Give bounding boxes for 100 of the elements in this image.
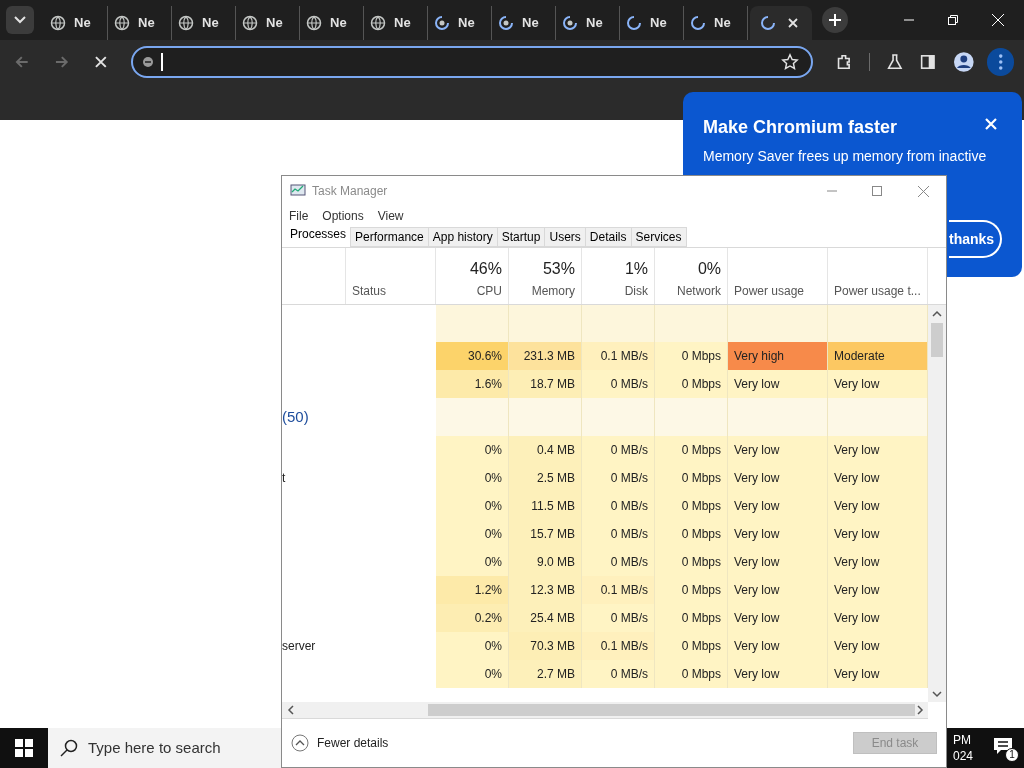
scroll-up-icon[interactable] [932,310,942,318]
swirl-icon [498,15,514,31]
table-cell: 18.7 MB [509,370,582,398]
table-cell: Very low [828,632,928,660]
menu-item[interactable]: Options [322,207,364,225]
table-cell: 0% [436,492,509,520]
table-cell: Very low [728,520,828,548]
column-header[interactable]: 46% CPU [436,248,509,304]
restore-icon[interactable] [948,15,958,25]
tab[interactable]: Startup [496,227,546,247]
table-cell: Very low [828,464,928,492]
fewer-details-link[interactable]: Fewer details [317,734,389,752]
popup-title: Make Chromium faster [703,116,898,139]
table-cell: 1.2% [436,576,509,604]
table-cell: 0.1 MB/s [582,632,655,660]
table-cell: 2.7 MB [509,660,582,688]
no-thanks-button[interactable]: thanks [949,220,1002,258]
table-cell: Very low [828,576,928,604]
table-cell: 0% [436,548,509,576]
table-cell: 0% [436,436,509,464]
table-cell: Very low [728,492,828,520]
vertical-scrollbar[interactable] [928,305,946,702]
table-cell: 0 MB/s [582,520,655,548]
tab[interactable]: App history [427,227,498,247]
table-cell: Very low [728,464,828,492]
collapse-chevron-icon[interactable] [291,734,309,752]
table-cell: Very low [828,370,928,398]
menu-icon[interactable] [986,48,1014,76]
horizontal-scrollbar[interactable] [282,702,928,719]
table-cell: 0 MB/s [582,464,655,492]
table-cell: 30.6% [436,342,509,370]
scroll-right-icon[interactable] [916,705,924,715]
table-cell: 12.3 MB [509,576,582,604]
table-cell: 0 Mbps [655,464,728,492]
column-header[interactable]: Power usage t... [828,248,928,304]
tab[interactable]: Details [584,227,632,247]
scroll-down-icon[interactable] [932,690,942,698]
clock-time[interactable]: PM [952,732,973,748]
globe-icon [242,15,258,31]
taskbar-search-field[interactable]: Type here to search [48,728,282,768]
menu-item[interactable]: File [289,207,309,225]
table-cell: 0 Mbps [655,436,728,464]
column-header[interactable]: Power usage [728,248,828,304]
table-cell: Very low [828,660,928,688]
clock-date[interactable]: 024 [952,748,973,764]
globe-icon [178,15,194,31]
table-cell: 0 MB/s [582,604,655,632]
new-tab-button[interactable] [822,7,848,33]
text-cursor [161,53,163,71]
table-cell: Very low [828,492,928,520]
table-cell: 0 Mbps [655,370,728,398]
task-manager-app-icon [290,184,306,198]
table-cell: Very low [828,548,928,576]
table-cell: 0 MB/s [582,436,655,464]
menu-item[interactable]: View [377,207,404,225]
column-header[interactable]: 0% Network [655,248,728,304]
table-cell: 0 MB/s [582,548,655,576]
address-bar[interactable] [131,46,813,78]
stop-icon[interactable] [93,54,109,70]
search-placeholder: Type here to search [88,737,221,758]
table-cell: 0 MB/s [582,660,655,688]
bookmark-star-icon[interactable] [780,53,799,71]
scroll-left-icon[interactable] [287,705,295,715]
column-header[interactable]: Status [346,248,436,304]
table-cell: 231.3 MB [509,342,582,370]
swirl-icon [434,15,450,31]
table-cell: 0.4 MB [509,436,582,464]
side-panel-icon[interactable] [919,53,937,71]
tab[interactable]: Performance [350,227,429,247]
loading-spinner-icon [760,15,776,31]
search-icon [60,739,78,757]
scroll-thumb[interactable] [428,704,915,716]
table-cell: 0.2% [436,604,509,632]
tab[interactable]: Services [630,227,687,247]
profile-avatar-icon[interactable] [952,51,975,73]
table-cell: 15.7 MB [509,520,582,548]
browser-tab[interactable] [750,6,812,40]
maximize-icon[interactable] [872,186,882,196]
window-title: Task Manager [312,183,388,200]
table-cell: 0% [436,660,509,688]
swirl-icon [562,15,578,31]
tab-search-button[interactable] [6,6,34,34]
scroll-thumb[interactable] [931,323,943,357]
table-cell: 1.6% [436,370,509,398]
table-cell: Very low [728,370,828,398]
column-header[interactable]: 1% Disk [582,248,655,304]
table-cell: Very low [828,520,928,548]
table-cell: 0 Mbps [655,604,728,632]
column-header[interactable]: 53% Memory [509,248,582,304]
flask-icon[interactable] [885,53,904,71]
windows-start-icon[interactable] [15,739,33,757]
table-cell: 0% [436,520,509,548]
table-cell: 0.1 MB/s [582,342,655,370]
tab[interactable]: Users [544,227,586,247]
table-cell: 0 Mbps [655,548,728,576]
table-cell: Very low [728,604,828,632]
plus-icon [829,14,841,26]
table-cell: 0 MB/s [582,492,655,520]
globe-icon [370,15,386,31]
table-cell: 0% [436,464,509,492]
